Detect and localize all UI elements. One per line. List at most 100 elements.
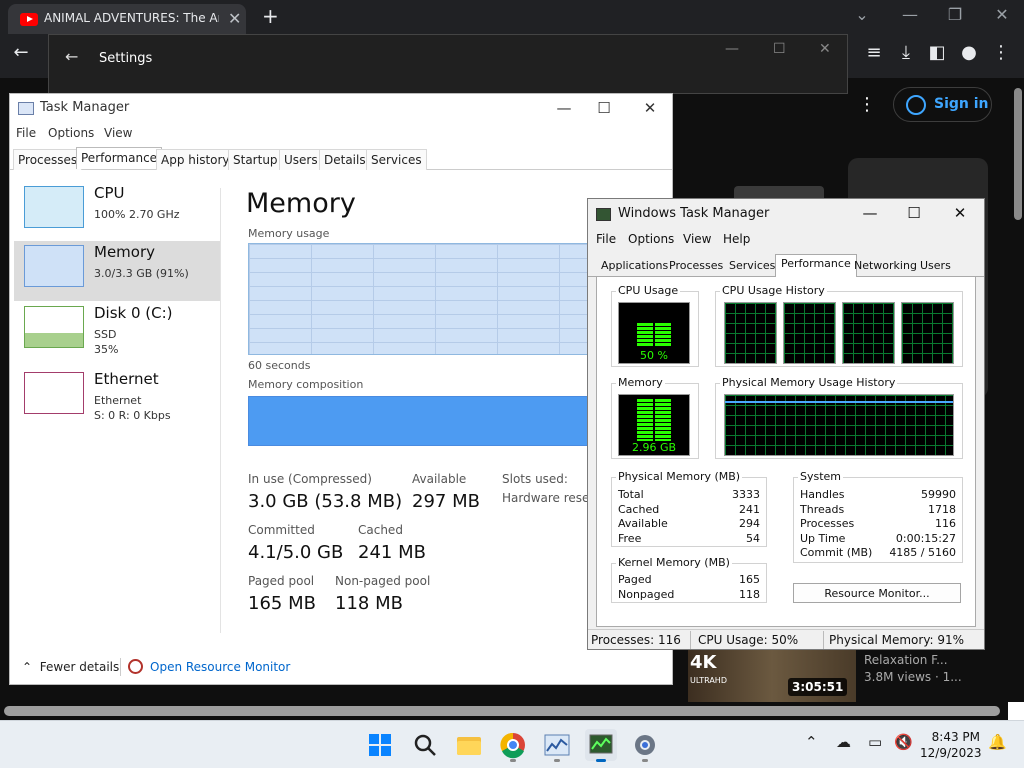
file-explorer-button[interactable] (453, 729, 485, 761)
search-button[interactable] (409, 729, 441, 761)
wtm-tab-applications[interactable]: Applications (596, 257, 673, 274)
settings-minimize-icon[interactable]: — (725, 41, 739, 57)
paged-pool-value: 165 MB (248, 593, 316, 614)
vertical-scrollbar[interactable] (1014, 88, 1022, 220)
memory-composition-bar (248, 396, 588, 446)
km-nonpaged-label: Nonpaged (618, 588, 675, 601)
cpu-core-graph-1 (724, 302, 777, 364)
hardware-reserved-label: Hardware reserved: (502, 491, 588, 505)
more-options-icon[interactable]: ⋮ (858, 94, 876, 115)
perf-item-sub: 3.0/3.3 GB (91%) (94, 267, 189, 280)
task-manager-title: Task Manager (40, 100, 130, 115)
available-value: 297 MB (412, 491, 480, 512)
perf-item-name: Disk 0 (C:) (94, 304, 173, 322)
perf-item-name: Ethernet (94, 370, 159, 388)
perf-item-sub: Ethernet (94, 394, 142, 407)
tm-menu-view[interactable]: View (104, 126, 132, 140)
wtm-menu-help[interactable]: Help (723, 232, 750, 246)
cpu-core-graph-2 (783, 302, 836, 364)
tab-search-icon[interactable]: ⌄ (852, 5, 872, 24)
wtm-menu-file[interactable]: File (596, 232, 616, 246)
wtm-close-icon[interactable]: ✕ (950, 204, 970, 222)
youtube-icon (20, 13, 38, 26)
tab-services[interactable]: Services (366, 149, 427, 170)
windows-task-manager-taskbar-button[interactable] (585, 729, 617, 762)
wtm-minimize-icon[interactable]: — (860, 204, 880, 222)
volume-muted-icon[interactable]: 🔇 (894, 733, 913, 751)
memory-meter: 2.96 GB (618, 394, 690, 456)
profile-icon[interactable]: ● (956, 42, 982, 63)
physical-memory-group: Physical Memory (MB) Total 3333 Cached 2… (611, 470, 767, 547)
footer-separator (120, 658, 121, 676)
wtm-menu-options[interactable]: Options (628, 232, 674, 246)
wtm-tab-networking[interactable]: Networking (849, 257, 922, 274)
memory-group: Memory 2.96 GB (611, 376, 699, 459)
perf-item-disk[interactable]: Disk 0 (C:) SSD 35% (14, 302, 220, 362)
cpu-usage-meter: 50 % (618, 302, 690, 364)
perf-item-cpu[interactable]: CPU 100% 2.70 GHz (14, 182, 220, 242)
memory-meter-bar (637, 399, 671, 441)
search-icon (414, 734, 436, 756)
perf-item-ethernet[interactable]: Ethernet Ethernet S: 0 R: 0 Kbps (14, 368, 220, 428)
wtm-maximize-icon[interactable]: ☐ (904, 204, 924, 222)
horizontal-scrollbar[interactable] (4, 706, 1000, 716)
settings-back-icon[interactable]: ← (65, 47, 78, 66)
clock[interactable]: 8:43 PM 12/9/2023 (920, 729, 982, 761)
cached-value: 241 MB (358, 542, 426, 563)
video-thumbnail[interactable]: 4K ULTRAHD 3:05:51 (688, 650, 856, 702)
sys-threads-label: Threads (800, 503, 845, 516)
fewer-details-button[interactable]: ⌃ Fewer details (22, 660, 119, 674)
cached-label: Cached (358, 523, 403, 537)
tab-app-history[interactable]: App history (156, 149, 235, 170)
wtm-tab-performance[interactable]: Performance (775, 254, 857, 277)
tm-menu-file[interactable]: File (16, 126, 36, 140)
tab-processes[interactable]: Processes (13, 149, 83, 170)
chevron-up-tray-icon[interactable]: ⌃ (805, 733, 818, 751)
tm-close-icon[interactable]: ✕ (640, 99, 660, 117)
menu-dots-icon[interactable]: ⋮ (988, 42, 1014, 63)
clock-time: 8:43 PM (931, 730, 980, 744)
wtm-tab-users[interactable]: Users (915, 257, 956, 274)
start-button[interactable] (364, 729, 396, 761)
settings-maximize-icon[interactable]: ☐ (773, 41, 786, 57)
network-icon[interactable]: ▭ (868, 733, 882, 751)
settings-close-icon[interactable]: ✕ (819, 41, 831, 57)
settings-taskbar-button[interactable] (629, 729, 661, 762)
back-arrow-icon[interactable]: ← (8, 42, 34, 63)
task-manager-taskbar-button[interactable] (541, 729, 573, 762)
resource-monitor-button[interactable]: Resource Monitor... (793, 583, 961, 603)
close-window-icon[interactable]: ✕ (992, 5, 1012, 24)
sidebar-icon[interactable]: ◧ (924, 42, 950, 63)
wtm-tab-services[interactable]: Services (724, 257, 780, 274)
badge-4k: 4K (690, 652, 717, 673)
wtm-tab-processes[interactable]: Processes (664, 257, 728, 274)
tab-startup[interactable]: Startup (228, 149, 283, 170)
tm-menu-options[interactable]: Options (48, 126, 94, 140)
cpu-usage-label: CPU Usage (616, 284, 681, 297)
tab-performance[interactable]: Performance (76, 147, 163, 169)
panel-divider (220, 188, 221, 633)
restore-icon[interactable]: ❐ (945, 5, 965, 24)
video-title[interactable]: Relaxation F... (864, 653, 948, 667)
sys-handles-value: 59990 (921, 488, 956, 501)
notification-bell-icon[interactable]: 🔔 (988, 733, 1007, 751)
close-tab-icon[interactable]: ✕ (228, 9, 241, 28)
tab-users[interactable]: Users (279, 149, 323, 170)
onedrive-icon[interactable]: ☁ (836, 733, 851, 751)
folder-icon (457, 737, 481, 755)
non-paged-pool-label: Non-paged pool (335, 574, 431, 588)
minimize-icon[interactable]: — (900, 5, 920, 24)
sign-in-button[interactable]: Sign in (893, 87, 992, 122)
download-icon[interactable]: ⤓ (893, 42, 919, 63)
wtm-menu-view[interactable]: View (683, 232, 711, 246)
tm-maximize-icon[interactable]: ☐ (594, 99, 614, 117)
new-tab-button[interactable]: + (262, 4, 279, 28)
wtm-memory-label: Memory (616, 376, 665, 389)
tab-title: ANIMAL ADVENTURES: The Amazing (44, 11, 219, 25)
tab-details[interactable]: Details (319, 149, 371, 170)
chrome-button[interactable] (497, 729, 529, 762)
tm-minimize-icon[interactable]: — (554, 99, 574, 117)
queue-icon[interactable]: ≡ (861, 42, 887, 63)
browser-tab[interactable]: ANIMAL ADVENTURES: The Amazing ✕ (8, 4, 246, 34)
perf-item-memory[interactable]: Memory 3.0/3.3 GB (91%) (14, 241, 220, 301)
